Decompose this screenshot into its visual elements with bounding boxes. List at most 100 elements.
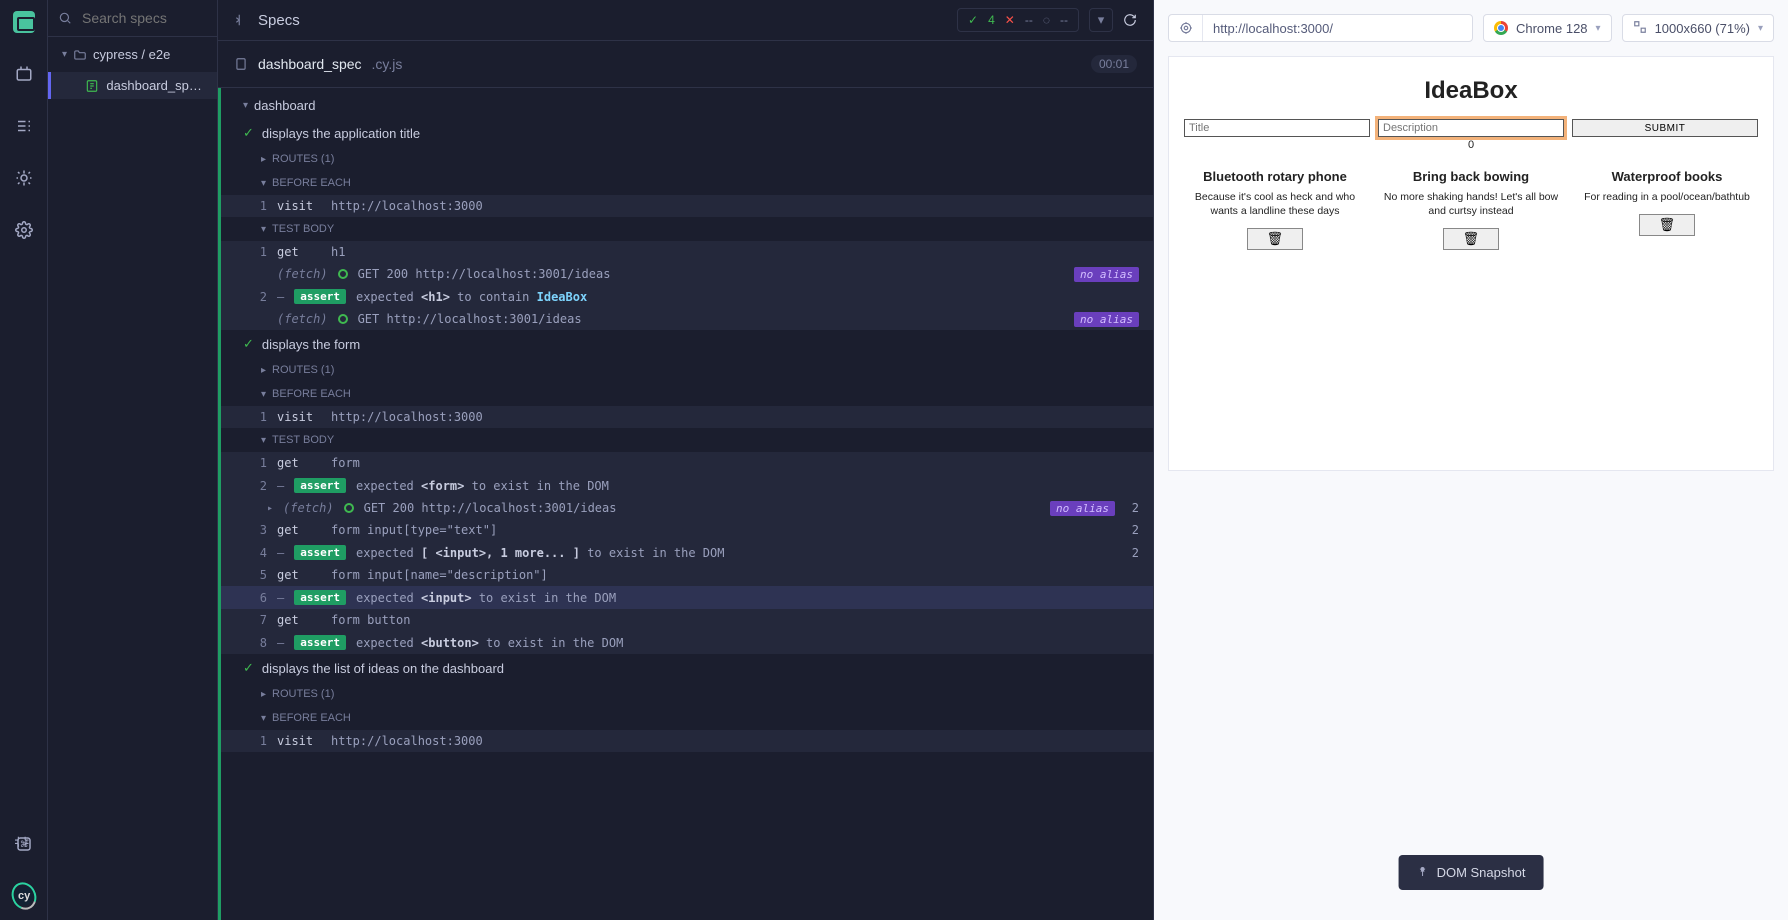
command-row[interactable]: 4–assertexpected [ <input>, 1 more... ] … (221, 541, 1153, 564)
check-icon: ✓ (243, 125, 254, 141)
status-dot-icon (344, 503, 354, 513)
test-title[interactable]: ✓displays the form (221, 330, 1153, 358)
chevron-down-icon: ▾ (1758, 23, 1763, 34)
char-counter: 0 (1181, 139, 1761, 151)
url-text: http://localhost:3000/ (1203, 21, 1343, 36)
idea-title: Bring back bowing (1383, 169, 1559, 184)
command-row[interactable]: 6–assertexpected <input> to exist in the… (221, 586, 1153, 609)
folder-row[interactable]: ▾ cypress / e2e (48, 37, 217, 72)
chevron-down-icon: ▾ (62, 49, 67, 60)
routes-section[interactable]: ▸ROUTES (1) (221, 147, 1153, 171)
run-duration: 00:01 (1091, 55, 1137, 73)
command-row[interactable]: 2–assertexpected <h1> to contain IdeaBox (221, 285, 1153, 308)
test-body-section[interactable]: ▾TEST BODY (221, 428, 1153, 452)
x-icon: ✕ (1005, 13, 1015, 27)
submit-button[interactable]: SUBMIT (1572, 119, 1758, 137)
idea-desc: For reading in a pool/ocean/bathtub (1579, 190, 1755, 204)
chrome-icon (1494, 21, 1508, 35)
routes-section[interactable]: ▸ROUTES (1) (221, 682, 1153, 706)
command-row[interactable]: 8–assertexpected <button> to exist in th… (221, 631, 1153, 654)
command-row[interactable]: ▸(fetch)GET 200 http://localhost:3001/id… (221, 497, 1153, 519)
before-each-section[interactable]: ▾BEFORE EACH (221, 706, 1153, 730)
app-form: SUBMIT (1181, 119, 1761, 137)
ideas-list: Bluetooth rotary phone Because it's cool … (1181, 169, 1761, 250)
command-row[interactable]: 3getform input[type="text"]2 (221, 519, 1153, 541)
title-input[interactable] (1184, 119, 1370, 137)
check-icon: ✓ (243, 660, 254, 676)
alias-badge: no alias (1050, 501, 1115, 516)
test-title[interactable]: ✓displays the application title (221, 119, 1153, 147)
suite-title[interactable]: ▾dashboard (221, 88, 1153, 119)
file-name: dashboard_spec (258, 56, 362, 72)
stat-failed: -- (1025, 13, 1033, 27)
url-box[interactable]: http://localhost:3000/ (1168, 14, 1473, 42)
element-count: 2 (1132, 546, 1139, 560)
command-row[interactable]: (fetch)GET http://localhost:3001/ideasno… (221, 308, 1153, 330)
nav-rail: ⌘ cy (0, 0, 48, 920)
assert-badge: assert (294, 289, 346, 304)
folder-label: cypress / e2e (93, 47, 170, 62)
debug-icon[interactable] (12, 166, 36, 190)
pin-icon (1417, 865, 1429, 880)
stat-pending: -- (1060, 13, 1068, 27)
runs-icon[interactable] (12, 62, 36, 86)
idea-desc: No more shaking hands! Let's all bow and… (1383, 190, 1559, 218)
dom-snapshot-label: DOM Snapshot (1437, 865, 1526, 880)
test-title[interactable]: ✓displays the list of ideas on the dashb… (221, 654, 1153, 682)
spec-file-label: dashboard_spec... (106, 78, 209, 93)
delete-idea-button[interactable]: 🗑 (1247, 228, 1303, 250)
dimensions-icon (1633, 20, 1647, 37)
delete-idea-button[interactable]: 🗑 (1639, 214, 1695, 236)
cypress-logo-icon[interactable]: cy (12, 884, 36, 908)
idea-card: Bluetooth rotary phone Because it's cool … (1181, 169, 1369, 250)
app-title: IdeaBox (1181, 77, 1761, 105)
command-row[interactable]: 1geth1 (221, 241, 1153, 263)
spec-file-icon (85, 79, 98, 93)
spec-file-row[interactable]: dashboard_spec... (48, 72, 217, 99)
command-row[interactable]: (fetch)GET 200 http://localhost:3001/ide… (221, 263, 1153, 285)
delete-idea-button[interactable]: 🗑 (1443, 228, 1499, 250)
specs-icon[interactable] (12, 114, 36, 138)
test-body-section[interactable]: ▾TEST BODY (221, 217, 1153, 241)
status-dot-icon (338, 269, 348, 279)
command-row[interactable]: 7getform button (221, 609, 1153, 631)
command-row[interactable]: 2–assertexpected <form> to exist in the … (221, 474, 1153, 497)
command-row[interactable]: 1visithttp://localhost:3000 (221, 406, 1153, 428)
idea-title: Bluetooth rotary phone (1187, 169, 1363, 184)
element-count: 2 (1132, 523, 1139, 537)
file-ext: .cy.js (372, 56, 403, 72)
command-row[interactable]: 1visithttp://localhost:3000 (221, 730, 1153, 752)
run-stats: ✓ 4 ✕ -- ◌ -- (957, 8, 1079, 32)
settings-icon[interactable] (12, 218, 36, 242)
command-row[interactable]: 1getform (221, 452, 1153, 474)
folder-icon (73, 48, 87, 62)
app-logo[interactable] (12, 10, 36, 34)
command-row[interactable]: 1visithttp://localhost:3000 (221, 195, 1153, 217)
routes-section[interactable]: ▸ROUTES (1) (221, 358, 1153, 382)
dom-snapshot-badge[interactable]: DOM Snapshot (1399, 855, 1544, 890)
before-each-section[interactable]: ▾BEFORE EACH (221, 382, 1153, 406)
stat-passed: 4 (988, 13, 995, 27)
pending-icon: ◌ (1043, 13, 1050, 27)
target-icon[interactable] (1169, 15, 1203, 41)
idea-desc: Because it's cool as heck and who wants … (1187, 190, 1363, 218)
file-header: dashboard_spec .cy.js 00:01 (218, 41, 1153, 88)
assert-badge: assert (294, 635, 346, 650)
browser-selector[interactable]: Chrome 128 ▾ (1483, 14, 1612, 42)
collapse-icon[interactable] (234, 13, 248, 27)
idea-card: Waterproof booksFor reading in a pool/oc… (1573, 169, 1761, 250)
refresh-icon[interactable] (1123, 13, 1137, 27)
viewport-label: 1000x660 (71%) (1655, 21, 1750, 36)
options-dropdown[interactable]: ▾ (1089, 8, 1113, 32)
command-log[interactable]: ▾dashboard✓displays the application titl… (218, 88, 1153, 920)
command-row[interactable]: 5getform input[name="description"] (221, 564, 1153, 586)
runner-title: Specs (258, 12, 300, 29)
before-each-section[interactable]: ▾BEFORE EACH (221, 171, 1153, 195)
element-count: 2 (1132, 501, 1139, 515)
preview-toolbar: http://localhost:3000/ Chrome 128 ▾ 1000… (1154, 0, 1788, 56)
description-input[interactable] (1378, 119, 1564, 137)
viewport-selector[interactable]: 1000x660 (71%) ▾ (1622, 14, 1774, 42)
check-icon: ✓ (968, 13, 978, 27)
keyboard-icon[interactable]: ⌘ (12, 832, 36, 856)
check-icon: ✓ (243, 336, 254, 352)
